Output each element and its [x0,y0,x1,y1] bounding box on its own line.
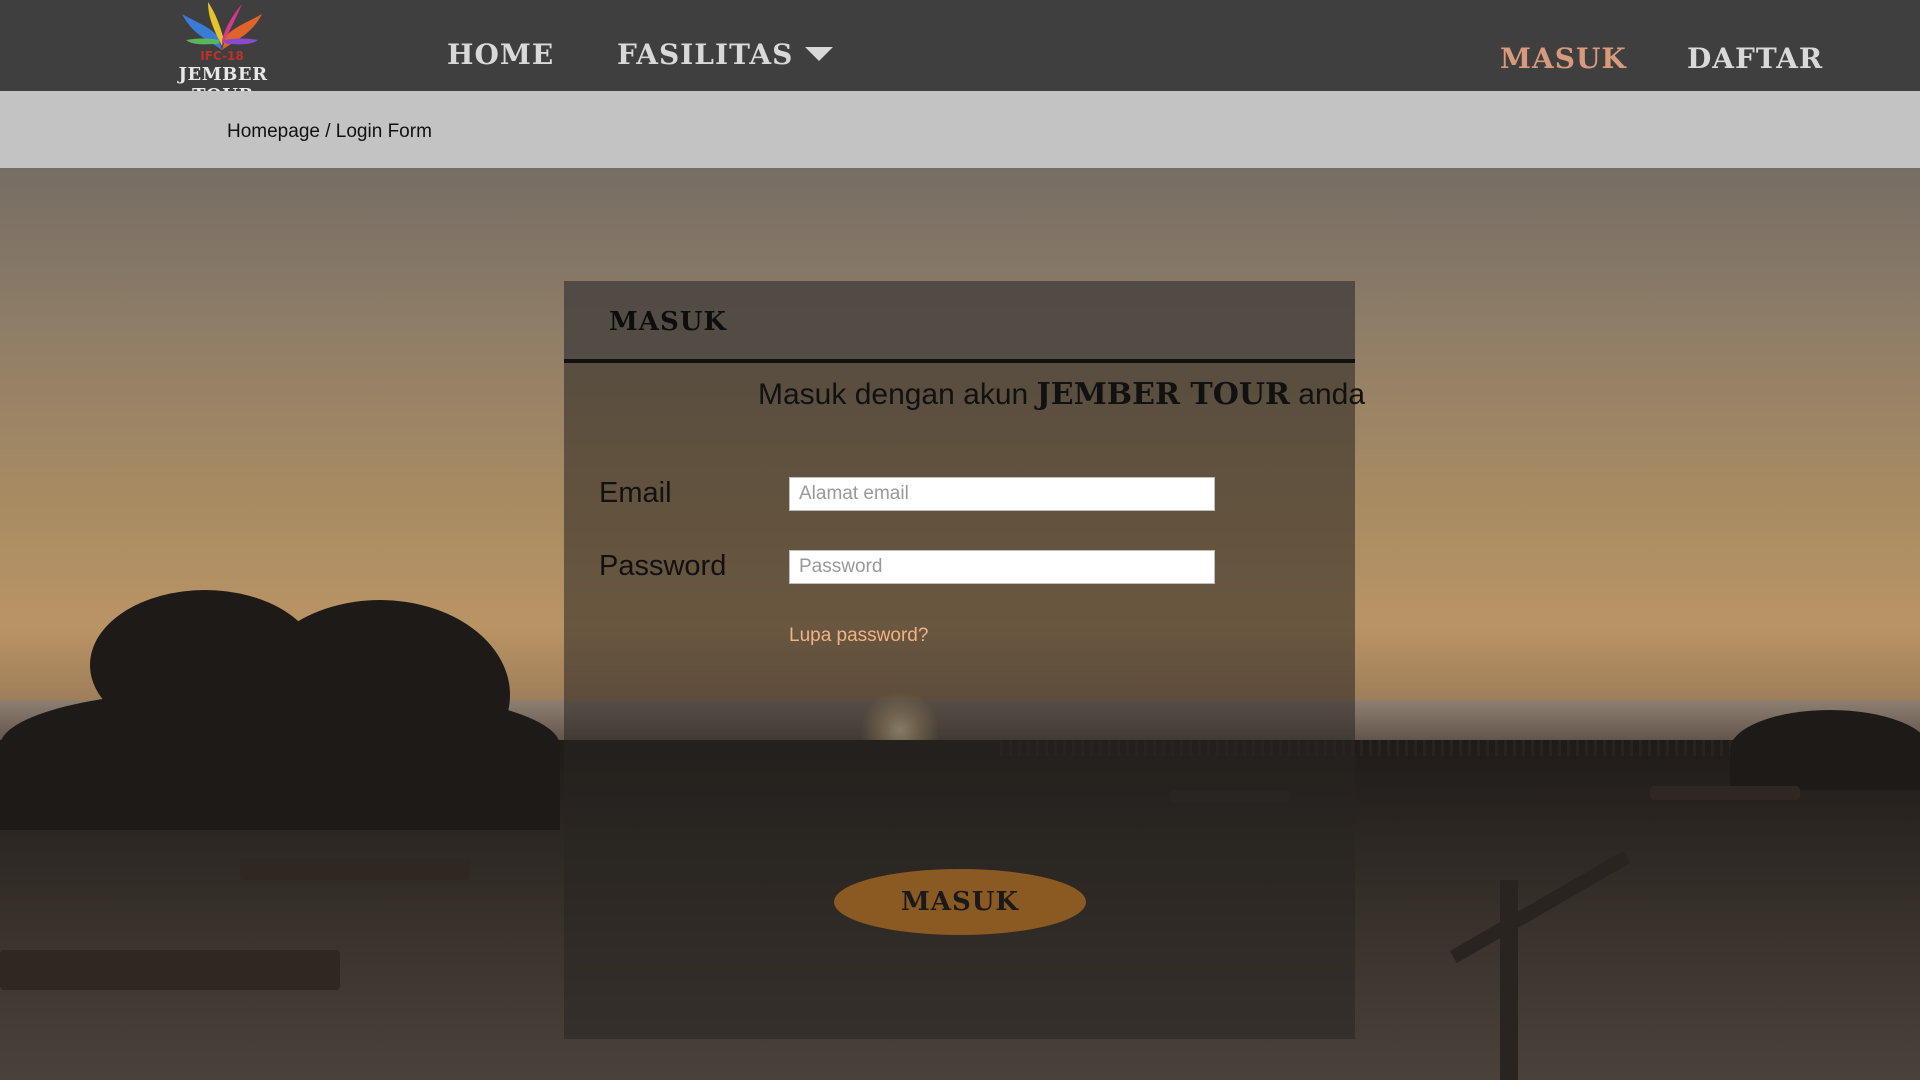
breadcrumb-bar: Homepage / Login Form [0,91,1920,168]
login-subtitle: Masuk dengan akun JEMBER TOUR anda [758,377,1365,412]
phoenix-logo-icon: IFC-18 [182,2,262,62]
email-label: Email [599,477,672,509]
nav-daftar[interactable]: DAFTAR [1687,42,1823,75]
breadcrumb-home-link[interactable]: Homepage [227,121,320,142]
picnic-table [1650,786,1800,800]
subtitle-brand: JEMBER TOUR [1036,377,1290,412]
forgot-password-link[interactable]: Lupa password? [789,625,928,647]
login-card-header: MASUK [564,281,1355,363]
shrubs-right [1730,710,1920,790]
nav-home[interactable]: HOME [447,38,554,71]
nav-masuk[interactable]: MASUK [1500,42,1627,75]
svg-text:IFC-18: IFC-18 [200,49,243,62]
picnic-table [0,950,340,990]
login-submit-button[interactable]: MASUK [834,869,1086,935]
breadcrumb-separator: / [319,121,336,142]
nav-fasilitas-dropdown[interactable]: FASILITAS [617,38,834,71]
picnic-table [240,858,470,880]
breadcrumb-current: Login Form [335,121,432,142]
email-field[interactable] [789,477,1215,511]
subtitle-suffix: anda [1289,378,1366,411]
caret-down-icon [805,46,834,61]
nav-fasilitas-label: FASILITAS [617,38,794,71]
password-label: Password [599,550,727,582]
wooden-railing [1500,880,1518,1080]
password-field[interactable] [789,550,1215,584]
site-logo[interactable]: IFC-18 JEMBER TOUR [150,0,296,106]
login-card: MASUK Masuk dengan akun JEMBER TOUR anda… [564,281,1365,1039]
top-navbar: IFC-18 JEMBER TOUR HOME FASILITAS MASUK … [0,0,1920,106]
login-title: MASUK [609,307,728,337]
subtitle-prefix: Masuk dengan akun [758,378,1037,411]
breadcrumb: Homepage / Login Form [227,121,432,143]
shrubs-left [0,690,560,830]
